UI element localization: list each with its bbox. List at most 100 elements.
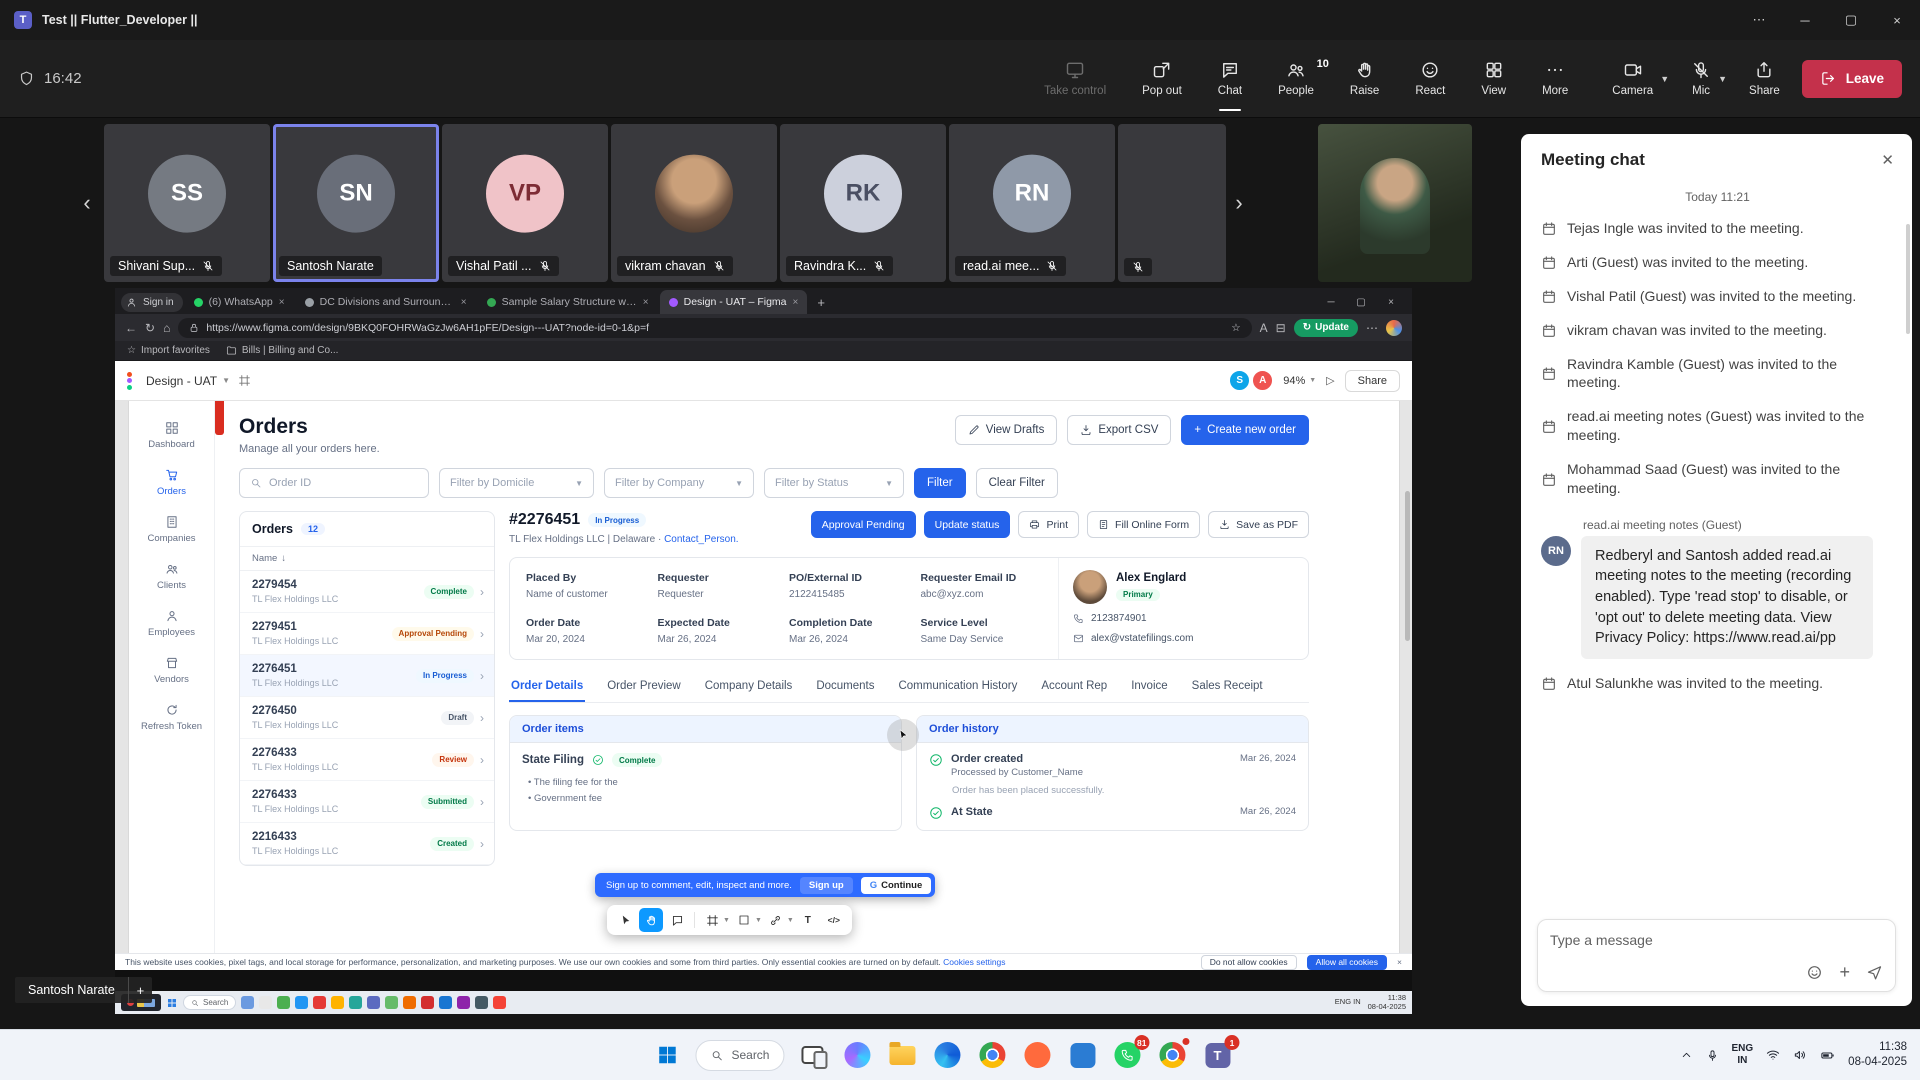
edge-update-button[interactable]: ↻ Update	[1294, 319, 1358, 337]
camera-chevron-icon[interactable]: ▼	[1660, 74, 1669, 84]
browser-avatar[interactable]	[1386, 320, 1402, 336]
tab-documents[interactable]: Documents	[814, 674, 876, 702]
search-box[interactable]: Search	[183, 995, 236, 1010]
sidebar-item-refresh-token[interactable]: Refresh Token	[129, 695, 214, 740]
video-tile-vishal[interactable]: VP Vishal Patil ...	[442, 124, 608, 282]
app-icon[interactable]	[259, 996, 272, 1009]
code-tool-icon[interactable]: </>	[822, 908, 846, 932]
presenter-pin-button[interactable]: +	[128, 977, 152, 1003]
figma-share-button[interactable]: Share	[1345, 370, 1400, 392]
video-tile-ravindra[interactable]: RK Ravindra K...	[780, 124, 946, 282]
strip-prev-button[interactable]: ‹	[74, 190, 100, 216]
app-icon[interactable]	[493, 996, 506, 1009]
back-icon[interactable]: ←	[125, 321, 137, 335]
chat-message-list[interactable]: Today 11:21 Tejas Ingle was invited to t…	[1521, 180, 1912, 909]
shared-language[interactable]: ENG IN	[1335, 998, 1361, 1007]
start-icon[interactable]	[166, 997, 178, 1009]
browser-tab-figma[interactable]: Design - UAT – Figma ×	[660, 290, 808, 314]
text-tool-icon[interactable]: T	[796, 908, 820, 932]
video-tile-shivani[interactable]: SS Shivani Sup...	[104, 124, 270, 282]
attach-plus-icon[interactable]: +	[1839, 962, 1850, 983]
contact-email[interactable]: alex@vstatefilings.com	[1073, 633, 1294, 644]
approval-pending-button[interactable]: Approval Pending	[811, 511, 916, 538]
video-tile-santosh[interactable]: SN Santosh Narate	[273, 124, 439, 282]
frame-icon[interactable]	[238, 374, 251, 387]
update-status-button[interactable]: Update status	[924, 511, 1011, 538]
filter-company-select[interactable]: Filter by Company ▼	[604, 468, 754, 498]
filter-button[interactable]: Filter	[914, 468, 966, 498]
tab-invoice[interactable]: Invoice	[1129, 674, 1169, 702]
order-row[interactable]: 2279454TL Flex Holdings LLC Complete ›	[240, 571, 494, 613]
vscode-icon[interactable]	[1065, 1038, 1099, 1072]
tab-close-icon[interactable]: ×	[793, 297, 799, 308]
export-csv-button[interactable]: Export CSV	[1067, 415, 1171, 445]
figma-logo-icon[interactable]	[127, 372, 132, 390]
sidebar-item-employees[interactable]: Employees	[129, 601, 214, 646]
window-close-button[interactable]: ×	[1874, 0, 1920, 40]
app-icon[interactable]	[439, 996, 452, 1009]
collaborator-avatar[interactable]: S	[1229, 370, 1250, 391]
sidebar-item-dashboard[interactable]: Dashboard	[129, 413, 214, 458]
sidebar-item-companies[interactable]: Companies	[129, 507, 214, 552]
favorite-import[interactable]: ☆ Import favorites	[127, 345, 210, 356]
battery-icon[interactable]	[1820, 1048, 1835, 1063]
order-row[interactable]: 2279451TL Flex Holdings LLC Approval Pen…	[240, 613, 494, 655]
window-more-button[interactable]: ⋯	[1736, 0, 1782, 40]
taskbar-search[interactable]: Search	[695, 1040, 784, 1071]
browser-tab-dc-divisions[interactable]: DC Divisions and Surroundings ×	[296, 290, 476, 314]
taskbar-clock[interactable]: 11:3808-04-2025	[1848, 1040, 1907, 1070]
refresh-icon[interactable]: ↻	[145, 321, 155, 335]
address-bar[interactable]: https://www.figma.com/design/9BKQ0FOHRWa…	[178, 318, 1251, 338]
tab-close-icon[interactable]: ×	[461, 297, 467, 308]
cookie-close-icon[interactable]: ×	[1397, 957, 1402, 967]
filter-status-select[interactable]: Filter by Status ▼	[764, 468, 904, 498]
sign-up-button[interactable]: Sign up	[800, 877, 853, 894]
raise-hand-button[interactable]: Raise	[1350, 60, 1379, 97]
shared-clock[interactable]: 11:38 08-04-2025	[1368, 994, 1406, 1011]
whatsapp-icon[interactable]: 81	[1110, 1038, 1144, 1072]
chevron-down-icon[interactable]: ▼	[723, 917, 730, 924]
read-aloud-icon[interactable]: A	[1260, 321, 1268, 335]
video-tile-vikram[interactable]: vikram chavan	[611, 124, 777, 282]
react-button[interactable]: React	[1415, 60, 1445, 97]
tab-account-rep[interactable]: Account Rep	[1039, 674, 1109, 702]
volume-icon[interactable]	[1793, 1048, 1807, 1062]
app-icon[interactable]	[241, 996, 254, 1009]
brave-icon[interactable]	[1020, 1038, 1054, 1072]
hand-tool-icon[interactable]	[639, 908, 663, 932]
shape-tool-icon[interactable]	[732, 908, 756, 932]
sidebar-item-clients[interactable]: Clients	[129, 554, 214, 599]
filter-domicile-select[interactable]: Filter by Domicile ▼	[439, 468, 594, 498]
camera-button[interactable]: Camera	[1612, 60, 1653, 97]
teams-icon[interactable]: T 1	[1200, 1038, 1234, 1072]
sort-arrow-icon[interactable]: ↓	[281, 553, 286, 564]
app-icon[interactable]	[367, 996, 380, 1009]
file-explorer-icon[interactable]	[885, 1038, 919, 1072]
frame-tool-icon[interactable]	[700, 908, 724, 932]
tab-order-preview[interactable]: Order Preview	[605, 674, 683, 702]
tab-close-icon[interactable]: ×	[643, 297, 649, 308]
tab-order-details[interactable]: Order Details	[509, 674, 585, 702]
figma-canvas[interactable]: Dashboard Orders Companies	[115, 401, 1412, 953]
print-button[interactable]: Print	[1018, 511, 1079, 538]
mic-button[interactable]: Mic	[1691, 60, 1711, 97]
order-row[interactable]: 2276433TL Flex Holdings LLC Submitted ›	[240, 781, 494, 823]
clear-filter-button[interactable]: Clear Filter	[976, 468, 1058, 498]
collaborator-avatar[interactable]: A	[1252, 370, 1273, 391]
close-icon[interactable]: ✕	[1881, 151, 1894, 169]
video-tile-camera-on[interactable]	[1318, 124, 1472, 282]
take-control-button[interactable]: Take control	[1044, 60, 1106, 97]
app-icon[interactable]	[349, 996, 362, 1009]
mic-chevron-icon[interactable]: ▼	[1718, 74, 1727, 84]
tray-mic-icon[interactable]	[1706, 1049, 1719, 1062]
tab-sales-receipt[interactable]: Sales Receipt	[1190, 674, 1265, 702]
home-icon[interactable]: ⌂	[163, 321, 170, 335]
emoji-icon[interactable]	[1806, 964, 1823, 981]
browser-maximize-button[interactable]: ▢	[1346, 297, 1376, 308]
more-button[interactable]: More	[1542, 60, 1568, 97]
deny-cookies-button[interactable]: Do not allow cookies	[1201, 955, 1297, 970]
task-view-button[interactable]	[795, 1038, 829, 1072]
order-row[interactable]: 2276433TL Flex Holdings LLC Review ›	[240, 739, 494, 781]
chat-button[interactable]: Chat	[1218, 60, 1242, 97]
chat-compose-box[interactable]: +	[1537, 919, 1896, 992]
